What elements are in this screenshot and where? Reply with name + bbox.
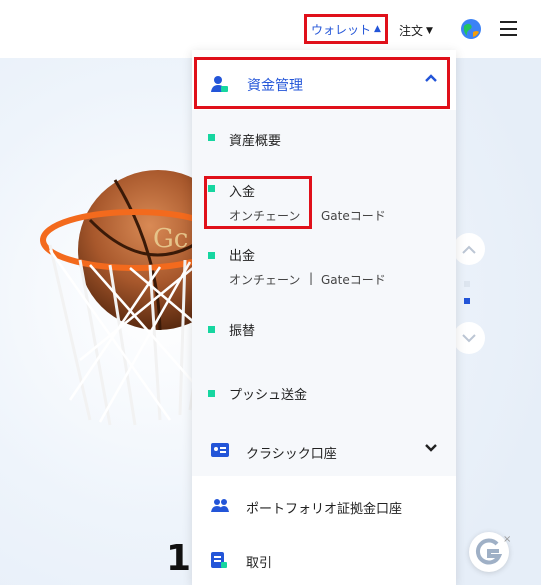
orders-label: 注文 <box>399 24 424 38</box>
menu-item-classic-account[interactable]: クラシック口座 <box>192 431 456 471</box>
deposit-gatecode-link[interactable]: Gateコード <box>321 207 386 224</box>
chevron-down-icon <box>462 333 476 342</box>
deposit-highlight-box <box>204 176 312 229</box>
trading-label: 取引 <box>246 556 273 571</box>
menu-item-portfolio-margin-account[interactable]: ポートフォリオ証拠金口座 <box>192 486 456 526</box>
bullet-icon <box>208 326 215 333</box>
ball-logo-text: Gc <box>153 224 188 254</box>
portfolio-margin-account-label: ポートフォリオ証拠金口座 <box>246 502 403 517</box>
id-card-icon <box>211 443 229 457</box>
wallet-menu-button[interactable]: ウォレット ▲ <box>304 14 388 44</box>
users-icon <box>211 499 229 512</box>
fund-management-title: 資金管理 <box>247 78 303 94</box>
carousel-dot-active[interactable] <box>464 298 470 304</box>
bullet-icon <box>208 134 215 141</box>
wallet-label: ウォレット <box>311 22 372 37</box>
chevron-down-icon <box>425 444 437 452</box>
asset-overview-label: 資産概要 <box>229 134 282 149</box>
document-icon <box>211 552 227 568</box>
push-transfer-label: プッシュ送金 <box>229 388 308 403</box>
user-wallet-icon <box>211 76 228 92</box>
carousel-down-button[interactable] <box>453 322 485 354</box>
withdraw-gatecode-link[interactable]: Gateコード <box>321 271 386 288</box>
hamburger-menu-icon[interactable] <box>500 21 517 36</box>
withdraw-label: 出金 <box>229 249 256 264</box>
wallet-dropdown-menu: 資金管理 資産概要 入金 オンチェーン Gateコード 出金 オンチェーン | … <box>192 50 456 585</box>
classic-account-label: クラシック口座 <box>246 447 337 462</box>
withdraw-onchain-link[interactable]: オンチェーン <box>229 271 300 288</box>
carousel-dot[interactable] <box>464 281 470 287</box>
caret-down-icon: ▼ <box>426 25 433 36</box>
language-globe-icon[interactable] <box>460 18 482 40</box>
caret-up-icon: ▲ <box>374 24 381 34</box>
chevron-up-icon <box>462 245 476 254</box>
link-separator: | <box>309 271 314 285</box>
chevron-up-icon <box>425 74 437 82</box>
close-icon[interactable]: × <box>503 534 511 545</box>
menu-item-trading[interactable]: 取引 <box>192 540 456 580</box>
bullet-icon <box>208 390 215 397</box>
bullet-icon <box>208 252 215 259</box>
fund-management-section-header[interactable]: 資金管理 <box>194 57 450 109</box>
orders-menu-button[interactable]: 注文 ▼ <box>399 22 433 39</box>
fund-management-submenu <box>192 110 456 476</box>
carousel-up-button[interactable] <box>453 233 485 265</box>
transfer-label: 振替 <box>229 324 256 339</box>
